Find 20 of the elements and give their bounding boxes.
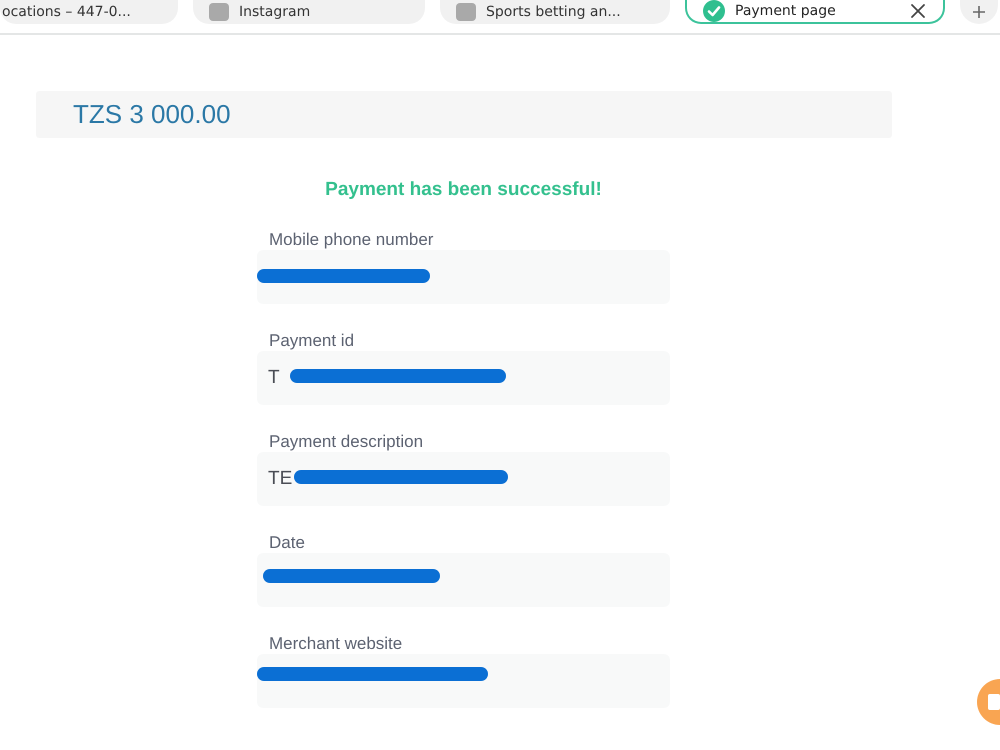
field-label: Payment description — [268, 432, 424, 452]
field-label: Merchant website — [268, 634, 404, 654]
new-tab-button[interactable] — [960, 0, 998, 24]
field-label: Date — [268, 533, 306, 553]
favicon-placeholder-icon — [456, 3, 476, 21]
close-button[interactable] — [909, 2, 927, 20]
field-label: Payment id — [268, 331, 356, 351]
plus-icon — [972, 5, 986, 19]
check-circle-icon — [703, 0, 725, 22]
browser-tab[interactable]: Instagram — [193, 0, 425, 24]
browser-tab[interactable]: Payment page — [685, 0, 945, 24]
field-label: Mobile phone number — [268, 230, 434, 250]
browser-tab[interactable]: ocations – 447-0... — [0, 0, 178, 24]
browser-tab[interactable]: Sports betting an... — [440, 0, 670, 24]
field-value: TE — [268, 468, 292, 490]
favicon-placeholder-icon — [209, 3, 229, 21]
field-value: T — [268, 367, 280, 389]
success-message: Payment has been successful! — [324, 178, 603, 202]
amount-text: TZS 3 000.00 — [36, 91, 892, 138]
close-icon — [909, 2, 927, 20]
